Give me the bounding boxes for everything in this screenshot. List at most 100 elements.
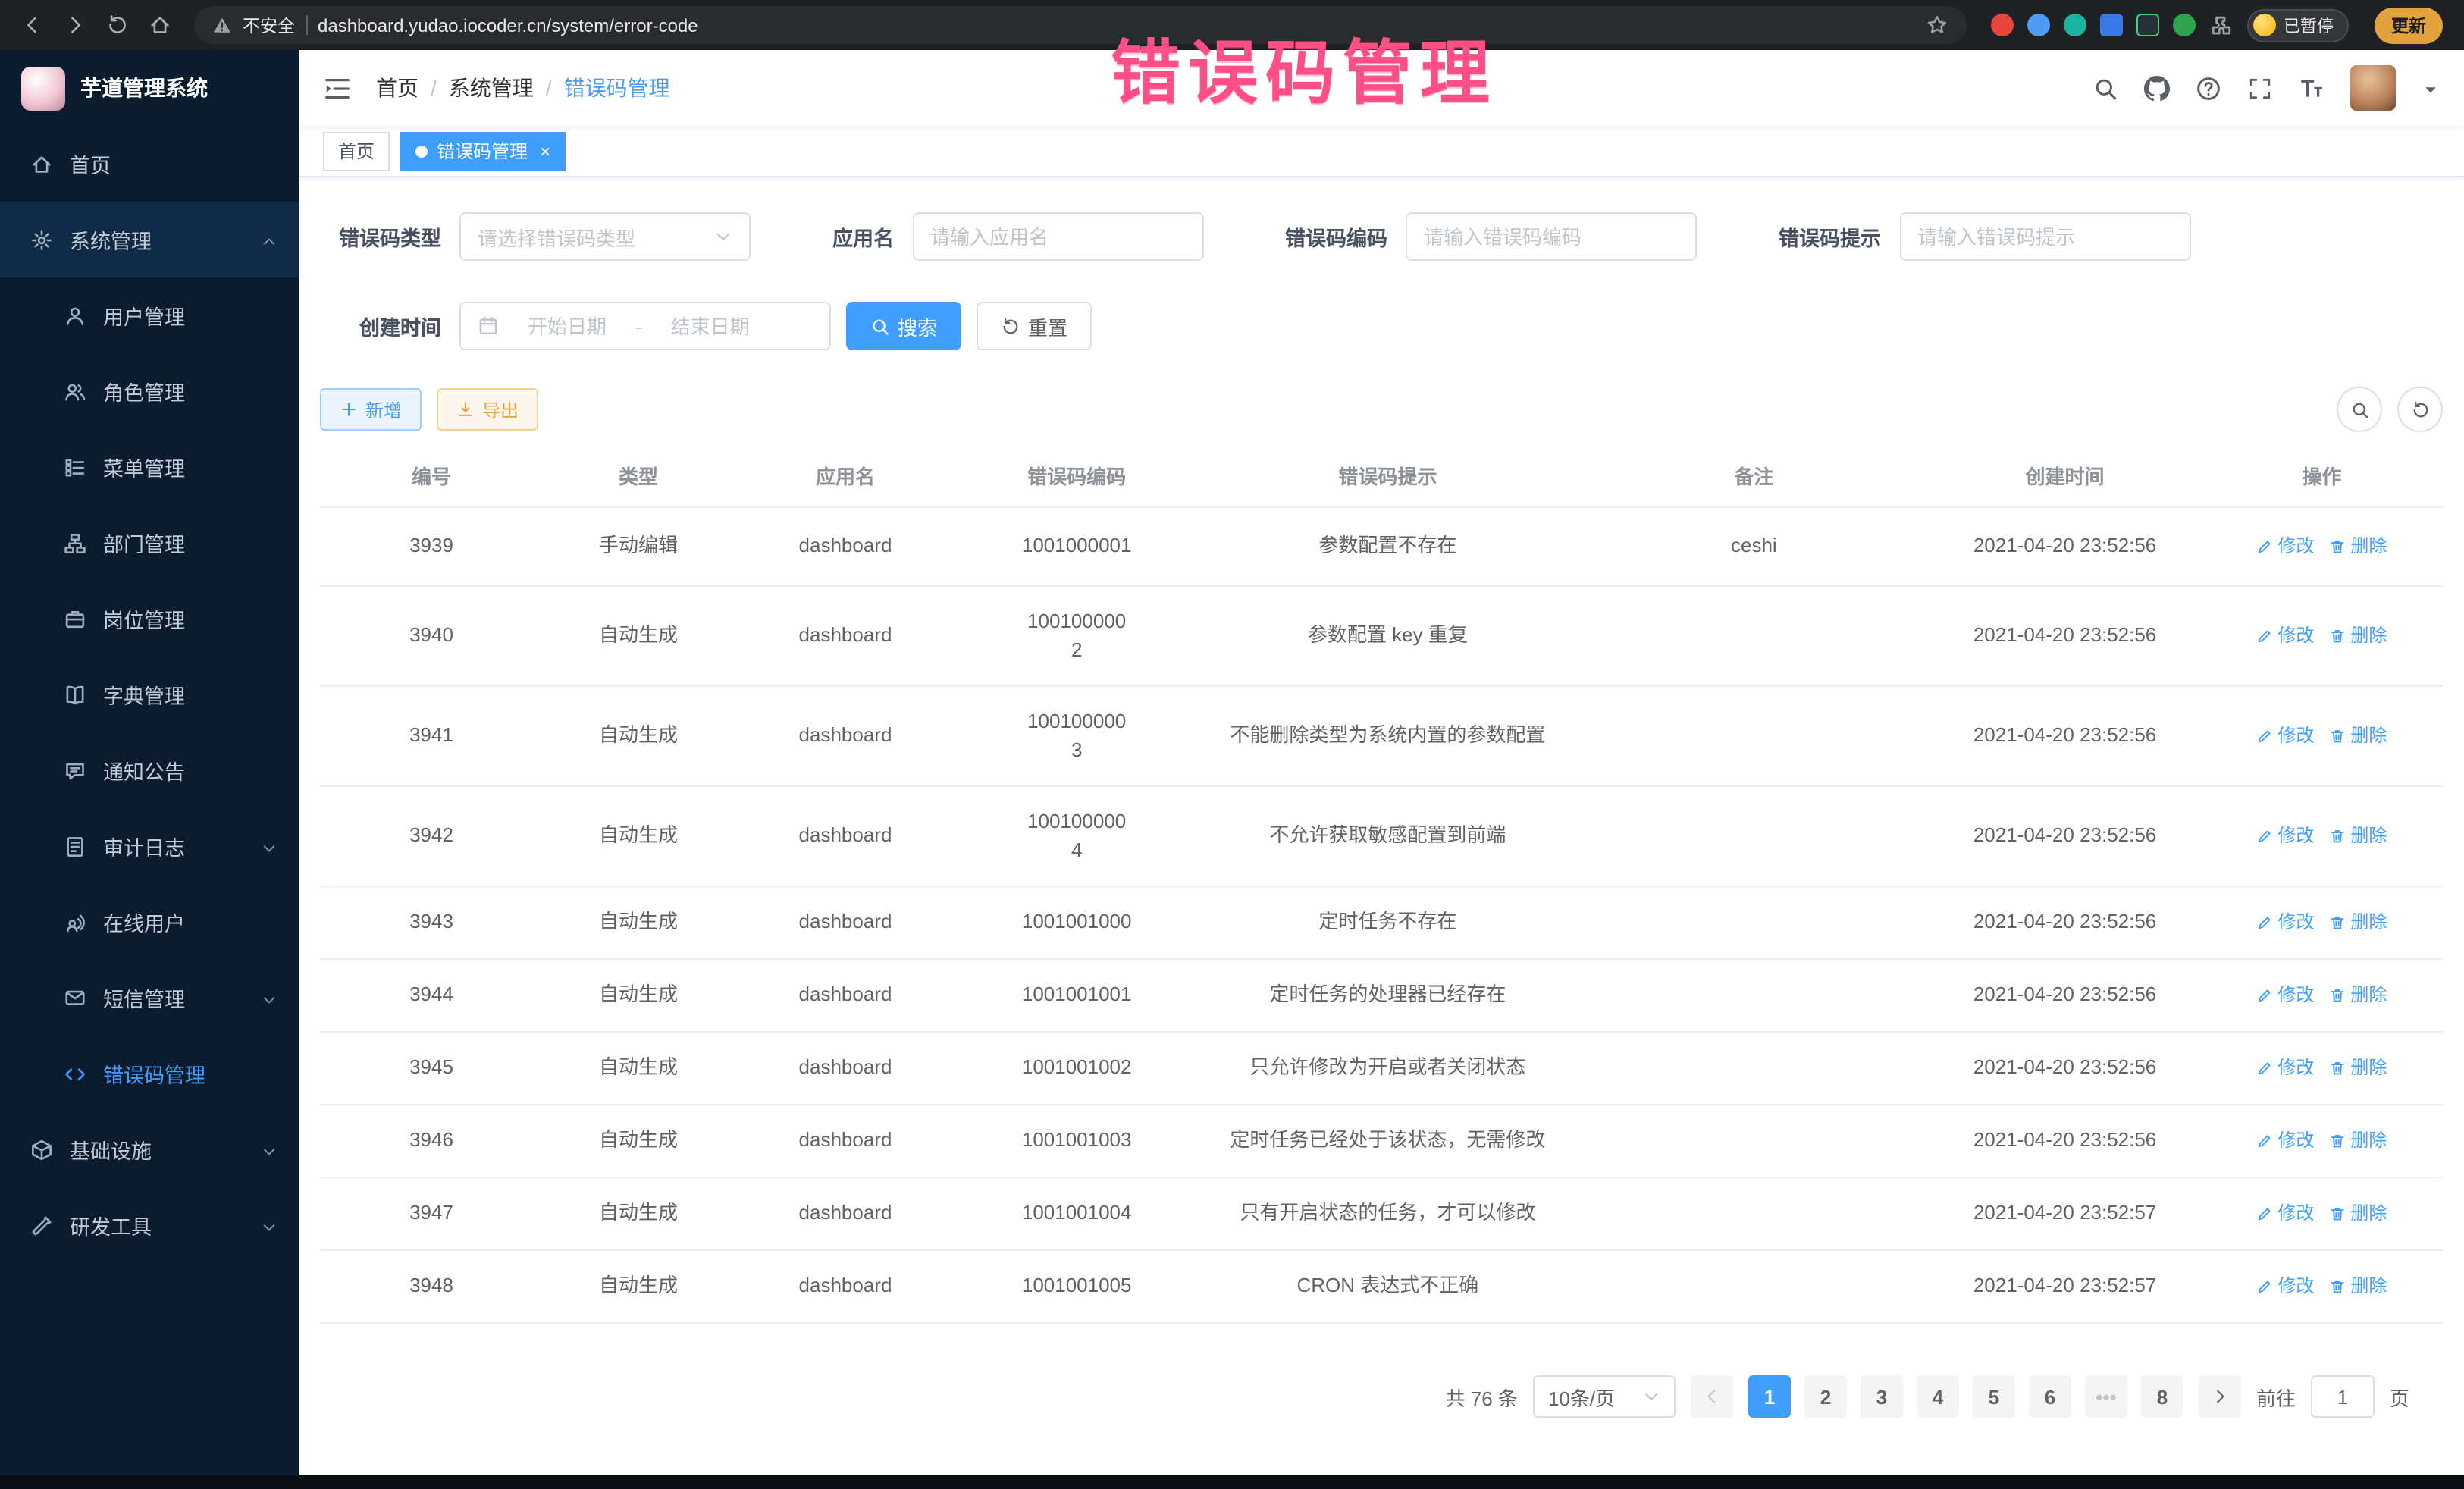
edit-link[interactable]: 修改 (2256, 1274, 2314, 1300)
start-date-input[interactable] (508, 315, 626, 337)
extension-icon[interactable] (2136, 14, 2159, 36)
edit-link[interactable]: 修改 (2256, 623, 2314, 650)
app-name-input[interactable] (930, 225, 1185, 248)
browser-forward-icon[interactable] (55, 5, 94, 45)
sidebar-item-12[interactable]: 错误码管理 (0, 1036, 299, 1111)
pagination: 共 76 条 10条/页 123456•••8 前往 页 (320, 1375, 2443, 1418)
toggle-search-button[interactable] (2337, 387, 2382, 432)
pager-goto-input[interactable] (2311, 1375, 2375, 1418)
pager-page-5[interactable]: 5 (1973, 1375, 2015, 1418)
close-icon[interactable]: × (540, 142, 550, 160)
security-label[interactable]: 不安全 (243, 13, 295, 37)
extension-icon[interactable] (2064, 14, 2086, 36)
user-avatar[interactable] (2350, 65, 2396, 111)
edit-link[interactable]: 修改 (2256, 910, 2314, 936)
sidebar-item-13[interactable]: 基础设施 (0, 1111, 299, 1187)
date-range-picker[interactable]: - (459, 302, 831, 350)
reset-button[interactable]: 重置 (977, 302, 1092, 350)
extension-icon[interactable] (2173, 14, 2196, 36)
delete-link[interactable]: 删除 (2329, 1201, 2387, 1227)
sidebar-item-5[interactable]: 部门管理 (0, 505, 299, 581)
extension-icon[interactable] (1991, 14, 2014, 36)
pager-page-1[interactable]: 1 (1748, 1375, 1791, 1418)
browser-back-icon[interactable] (12, 5, 52, 45)
pager-page-2[interactable]: 2 (1804, 1375, 1847, 1418)
edit-link[interactable]: 修改 (2256, 983, 2314, 1009)
pager-ellipsis[interactable]: ••• (2085, 1375, 2127, 1418)
pager-page-6[interactable]: 6 (2029, 1375, 2071, 1418)
omnibox-divider (306, 15, 307, 35)
fullscreen-icon[interactable] (2247, 75, 2273, 101)
sidebar-item-8[interactable]: 通知公告 (0, 732, 299, 808)
pager-next-button[interactable] (2199, 1375, 2241, 1418)
chevron-down-icon[interactable] (2422, 79, 2440, 97)
delete-link[interactable]: 删除 (2329, 723, 2387, 750)
cell-app: dashboard (734, 1127, 957, 1155)
pencil-icon (2256, 728, 2273, 744)
sidebar-toggle-icon[interactable] (323, 74, 352, 102)
select-placeholder: 请选择错误码类型 (478, 222, 635, 251)
column-header: 错误码编码 (957, 464, 1196, 493)
sidebar-item-0[interactable]: 首页 (0, 126, 299, 202)
breadcrumb-system[interactable]: 系统管理 (449, 73, 534, 103)
search-button[interactable]: 搜索 (846, 302, 961, 350)
extension-icon[interactable] (2027, 14, 2050, 36)
sidebar-item-14[interactable]: 研发工具 (0, 1187, 299, 1263)
help-icon[interactable] (2196, 75, 2221, 101)
delete-link[interactable]: 删除 (2329, 534, 2387, 560)
address-bar[interactable]: 不安全 dashboard.yudao.iocoder.cn/system/er… (194, 6, 1967, 44)
sidebar-item-2[interactable]: 用户管理 (0, 277, 299, 353)
error-code-input[interactable] (1424, 225, 1679, 248)
sidebar-item-4[interactable]: 菜单管理 (0, 429, 299, 505)
browser-home-icon[interactable] (140, 5, 179, 45)
export-button[interactable]: 导出 (437, 388, 538, 431)
edit-link[interactable]: 修改 (2256, 723, 2314, 750)
edit-link[interactable]: 修改 (2256, 1128, 2314, 1155)
sidebar-item-6[interactable]: 岗位管理 (0, 581, 299, 657)
delete-link[interactable]: 删除 (2329, 623, 2387, 650)
browser-refresh-icon[interactable] (97, 5, 136, 45)
tag-home[interactable]: 首页 (323, 131, 390, 171)
breadcrumb-home[interactable]: 首页 (376, 73, 419, 103)
delete-link[interactable]: 删除 (2329, 1055, 2387, 1082)
delete-link[interactable]: 删除 (2329, 1128, 2387, 1155)
tag-error-code[interactable]: 错误码管理 × (400, 131, 566, 171)
delete-link[interactable]: 删除 (2329, 983, 2387, 1009)
sidebar-item-9[interactable]: 审计日志 (0, 808, 299, 884)
sidebar-item-7[interactable]: 字典管理 (0, 657, 299, 732)
search-icon[interactable] (2093, 75, 2118, 101)
add-button[interactable]: 新增 (320, 388, 422, 431)
error-type-select[interactable]: 请选择错误码类型 (459, 212, 751, 261)
browser-update-button[interactable]: 更新 (2375, 7, 2443, 43)
sidebar-item-1[interactable]: 系统管理 (0, 202, 299, 277)
refresh-table-button[interactable] (2397, 387, 2443, 432)
edit-link[interactable]: 修改 (2256, 534, 2314, 560)
end-date-input[interactable] (651, 315, 770, 337)
edit-link[interactable]: 修改 (2256, 823, 2314, 850)
pager-page-3[interactable]: 3 (1861, 1375, 1903, 1418)
font-size-icon[interactable] (2299, 75, 2324, 101)
edit-link[interactable]: 修改 (2256, 1201, 2314, 1227)
sidebar-item-3[interactable]: 角色管理 (0, 353, 299, 429)
pager-page-8[interactable]: 8 (2141, 1375, 2183, 1418)
bookmark-star-icon[interactable] (1926, 14, 1948, 36)
edit-link[interactable]: 修改 (2256, 1055, 2314, 1082)
url-text[interactable]: dashboard.yudao.iocoder.cn/system/error-… (318, 14, 1915, 36)
github-icon[interactable] (2144, 75, 2170, 101)
page-size-select[interactable]: 10条/页 (1533, 1375, 1676, 1418)
pager-page-4[interactable]: 4 (1917, 1375, 1959, 1418)
extensions-puzzle-icon[interactable] (2209, 13, 2234, 37)
delete-link[interactable]: 删除 (2329, 1274, 2387, 1300)
delete-link[interactable]: 删除 (2329, 823, 2387, 850)
sidebar-item-10[interactable]: 在线用户 (0, 884, 299, 960)
browser-profile-chip[interactable]: 已暂停 (2247, 8, 2349, 42)
app-logo[interactable]: 芋道管理系统 (0, 50, 299, 126)
pager-prev-button[interactable] (1691, 1375, 1733, 1418)
cell-actions: 修改删除 (2201, 723, 2443, 750)
delete-link[interactable]: 删除 (2329, 910, 2387, 936)
table-row: 3943自动生成dashboard1001001000定时任务不存在2021-0… (320, 887, 2443, 960)
extension-icon[interactable] (2100, 14, 2123, 36)
cell-message: 不能删除类型为系统内置的参数配置 (1196, 722, 1578, 751)
sidebar-item-11[interactable]: 短信管理 (0, 960, 299, 1036)
error-msg-input[interactable] (1917, 225, 2172, 248)
